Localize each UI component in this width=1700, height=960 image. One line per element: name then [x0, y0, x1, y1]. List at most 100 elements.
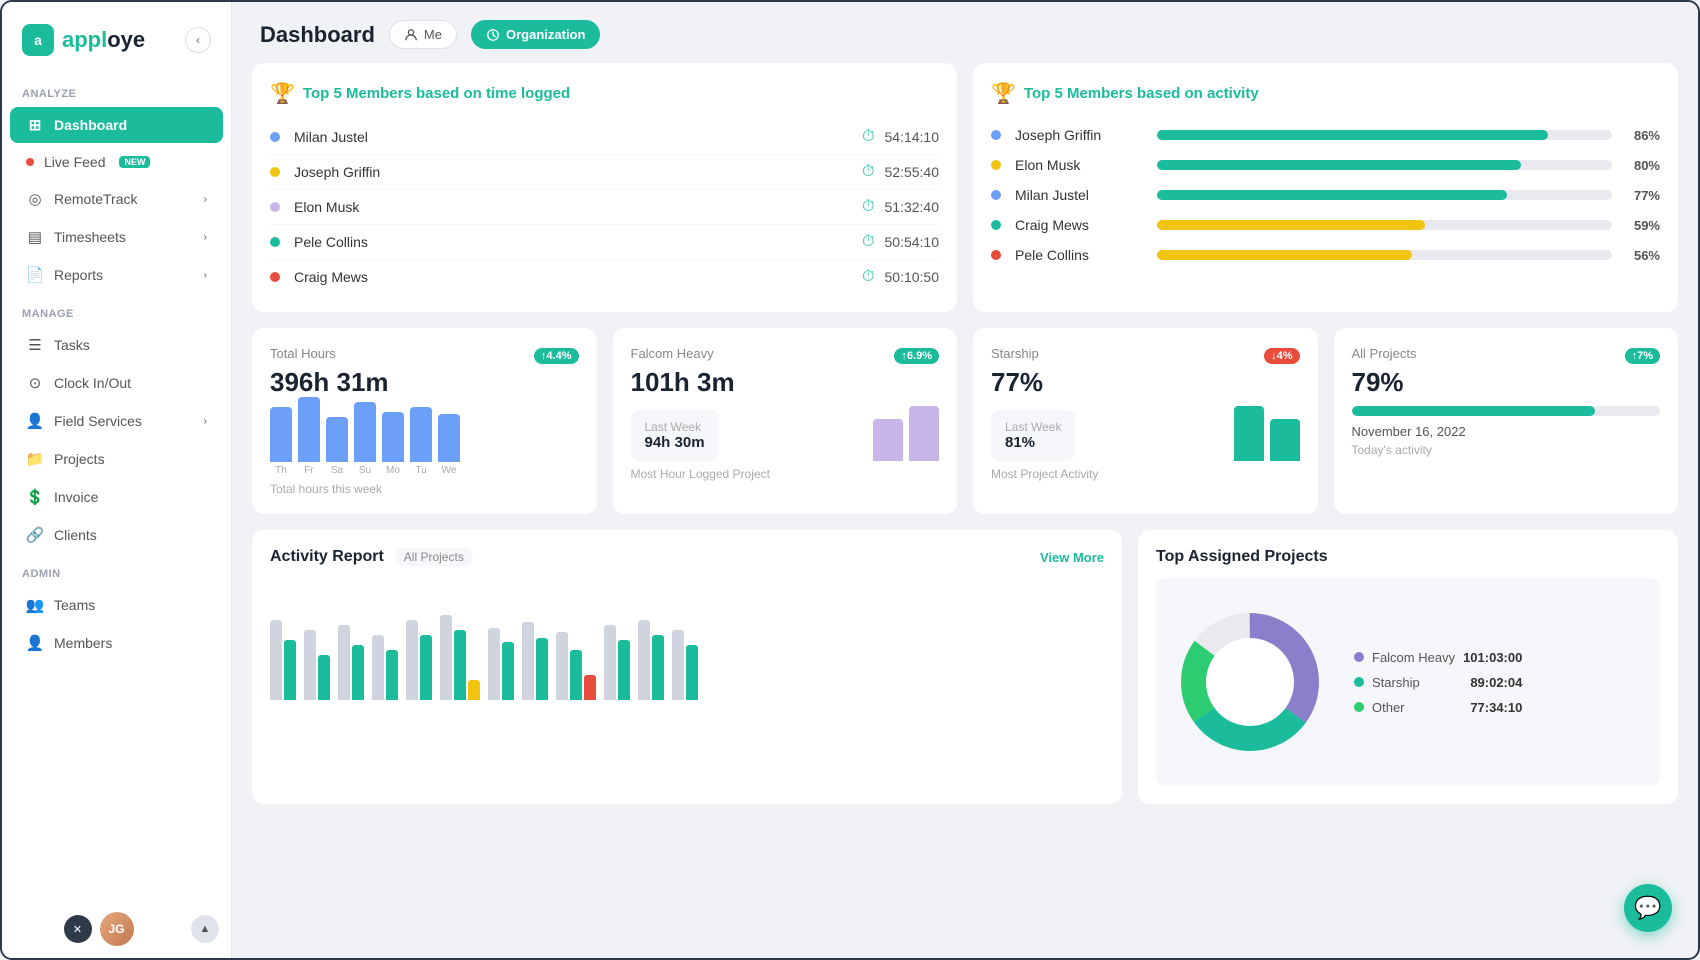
- sidebar-item-label: Live Feed: [44, 154, 105, 170]
- projects-icon: 📁: [26, 450, 44, 468]
- sidebar-item-tasks[interactable]: ☰ Tasks: [10, 327, 223, 363]
- top-activity-title: 🏆 Top 5 Members based on activity: [991, 81, 1660, 106]
- bar-label: Th: [275, 465, 287, 476]
- sidebar-item-invoice[interactable]: 💲 Invoice: [10, 479, 223, 515]
- tab-org-label: Organization: [506, 27, 585, 42]
- allprojects-value: 79%: [1352, 367, 1661, 398]
- tasks-icon: ☰: [26, 336, 44, 354]
- activity-name: Milan Justel: [1015, 187, 1145, 203]
- trophy-icon: 🏆: [270, 81, 295, 106]
- avatar: JG: [100, 912, 134, 946]
- tab-organization[interactable]: Organization: [471, 20, 600, 49]
- act-bar-inner: [270, 620, 296, 700]
- time-icon: ⏱: [862, 198, 874, 216]
- act-bar-inner: [304, 630, 330, 700]
- starship-week-label: Last Week: [1005, 420, 1061, 434]
- legend-item-starship: Starship 89:02:04: [1354, 675, 1522, 690]
- sidebar-item-remotetrack[interactable]: ◎ RemoteTrack ›: [10, 181, 223, 217]
- bar-label: Fr: [304, 465, 313, 476]
- logo-area: a apploye ‹: [2, 2, 231, 74]
- act-bar-teal: [386, 650, 398, 700]
- act-bar-yellow: [468, 680, 480, 700]
- live-dot-icon: [26, 158, 34, 166]
- sidebar-collapse-button[interactable]: ‹: [185, 27, 211, 53]
- sidebar-item-clients[interactable]: 🔗 Clients: [10, 517, 223, 553]
- bar-col: Sa: [326, 417, 348, 476]
- sidebar-item-projects[interactable]: 📁 Projects: [10, 441, 223, 477]
- stat-falcom: Falcom Heavy ↑6.9% 101h 3m Last Week 94h…: [613, 328, 958, 514]
- member-name: Milan Justel: [294, 129, 862, 145]
- member-name: Craig Mews: [294, 269, 862, 285]
- total-hours-chart: Th Fr Sa Su Mo Tu We: [270, 406, 579, 476]
- activity-report-header: Activity Report All Projects View More: [270, 548, 1104, 566]
- sidebar-item-label: Members: [54, 635, 112, 651]
- falcom-bar-2: [909, 406, 939, 461]
- footer-up-icon: ▲: [191, 915, 219, 943]
- activity-report-filter: All Projects: [396, 548, 472, 566]
- top-time-card: 🏆 Top 5 Members based on time logged Mil…: [252, 63, 957, 312]
- sidebar-item-clockinout[interactable]: ⊙ Clock In/Out: [10, 365, 223, 401]
- act-bar-inner: [638, 620, 664, 700]
- chevron-up-icon[interactable]: ▲: [191, 915, 219, 943]
- activity-bar-group: [338, 625, 364, 700]
- member-name: Joseph Griffin: [294, 164, 862, 180]
- sidebar-item-members[interactable]: 👤 Members: [10, 625, 223, 661]
- activity-name: Elon Musk: [1015, 157, 1145, 173]
- tab-me[interactable]: Me: [389, 20, 457, 49]
- activity-bar-fill: [1157, 160, 1521, 170]
- act-bar-gray: [304, 630, 316, 700]
- activity-member-row: Joseph Griffin 86%: [991, 120, 1660, 150]
- member-name: Elon Musk: [294, 199, 862, 215]
- sidebar-item-fieldservices[interactable]: 👤 Field Services ›: [10, 403, 223, 439]
- act-bar-gray: [270, 620, 282, 700]
- act-bar-teal: [420, 635, 432, 700]
- activity-bar-fill: [1157, 220, 1425, 230]
- falcom-bar-1: [873, 419, 903, 461]
- activity-bar-wrap: [1157, 160, 1612, 170]
- close-icon[interactable]: ✕: [64, 915, 92, 943]
- bar-col: Th: [270, 407, 292, 476]
- activity-report-title: Activity Report: [270, 548, 384, 566]
- activity-pct: 59%: [1624, 218, 1660, 233]
- stat-total-hours: Total Hours ↑4.4% 396h 31m Th Fr Sa Su M…: [252, 328, 597, 514]
- activity-members-list: Joseph Griffin 86% Elon Musk 80% Milan J…: [991, 120, 1660, 270]
- activity-bar-group: [372, 635, 398, 700]
- top-members-row: 🏆 Top 5 Members based on time logged Mil…: [252, 63, 1678, 312]
- logo-icon: a: [22, 24, 54, 56]
- sidebar-item-reports[interactable]: 📄 Reports ›: [10, 257, 223, 293]
- act-bar-gray: [522, 622, 534, 700]
- stat-all-projects: All Projects ↑7% 79% November 16, 2022 T…: [1334, 328, 1679, 514]
- analyze-section-label: Analyze: [2, 74, 231, 106]
- act-bar-gray: [372, 635, 384, 700]
- bar-col: Mo: [382, 412, 404, 476]
- top-projects-card: Top Assigned Projects: [1138, 530, 1678, 804]
- other-legend-val: 77:34:10: [1470, 700, 1522, 715]
- sidebar-item-teams[interactable]: 👥 Teams: [10, 587, 223, 623]
- activity-bar-fill: [1157, 190, 1507, 200]
- chat-fab-button[interactable]: 💬: [1624, 884, 1672, 932]
- member-dot: [270, 132, 280, 142]
- sidebar-item-label: Reports: [54, 267, 103, 283]
- activity-pct: 56%: [1624, 248, 1660, 263]
- starship-bar-2: [1270, 419, 1300, 461]
- act-bar-gray: [556, 632, 568, 700]
- bottom-row: Activity Report All Projects View More: [252, 530, 1678, 804]
- allprojects-footer: Today's activity: [1352, 443, 1661, 457]
- act-bar-teal: [318, 655, 330, 700]
- sidebar-item-label: Timesheets: [54, 229, 126, 245]
- invoice-icon: 💲: [26, 488, 44, 506]
- activity-bar-group: [522, 622, 548, 700]
- activity-bar-fill: [1157, 130, 1548, 140]
- view-more-button[interactable]: View More: [1040, 550, 1104, 565]
- sidebar-item-timesheets[interactable]: ▤ Timesheets ›: [10, 219, 223, 255]
- sidebar-item-dashboard[interactable]: ⊞ Dashboard: [10, 107, 223, 143]
- activity-member-row: Craig Mews 59%: [991, 210, 1660, 240]
- act-bar-gray: [406, 620, 418, 700]
- sidebar-item-livefeed[interactable]: Live Feed NEW: [10, 145, 223, 179]
- act-bar-gray: [672, 630, 684, 700]
- act-bar-inner: [372, 635, 398, 700]
- activity-report-card: Activity Report All Projects View More: [252, 530, 1122, 804]
- remotetrack-icon: ◎: [26, 190, 44, 208]
- act-bar-gray: [488, 628, 500, 700]
- main-content: Dashboard Me Organization 🏆 Top 5 Member…: [232, 2, 1698, 958]
